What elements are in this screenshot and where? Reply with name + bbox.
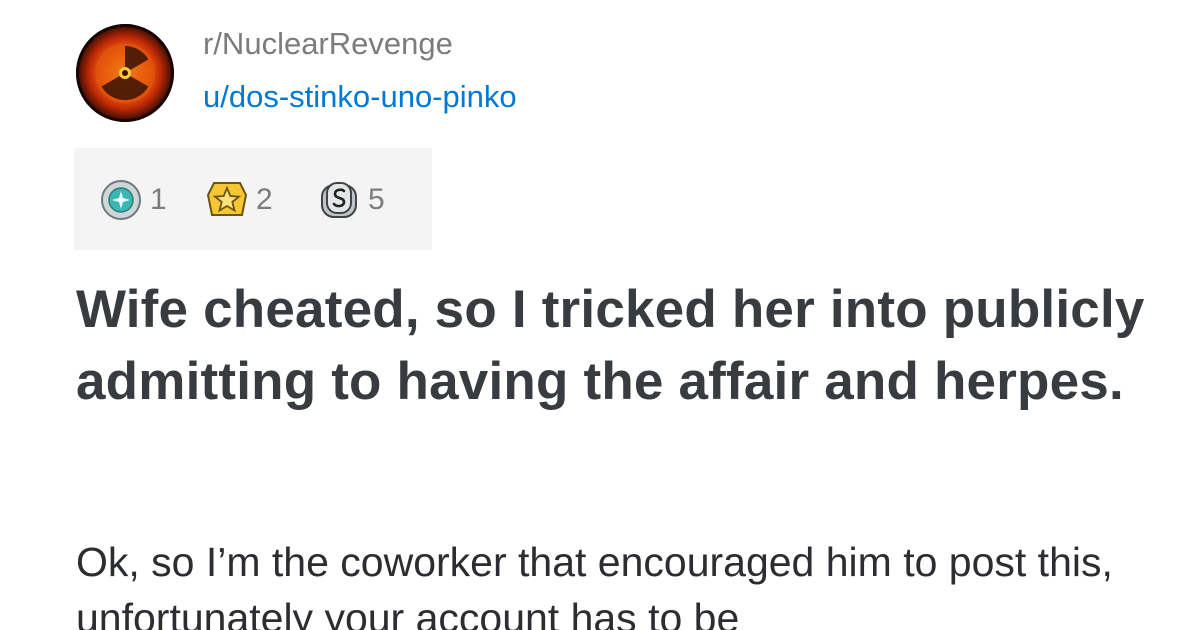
silver-award-icon xyxy=(321,182,357,218)
subreddit-name[interactable]: r/NuclearRevenge xyxy=(203,24,453,64)
platinum-award-count: 1 xyxy=(150,183,167,216)
reddit-post-screenshot: r/NuclearRevenge u/dos-stinko-uno-pinko … xyxy=(0,0,1200,630)
silver-award-count: 5 xyxy=(368,183,385,216)
author-username-link[interactable]: u/dos-stinko-uno-pinko xyxy=(203,77,517,117)
post-title[interactable]: Wife cheated, so I tricked her into publ… xyxy=(76,274,1176,418)
platinum-award-icon xyxy=(101,180,141,220)
nuclear-fire-avatar-icon xyxy=(76,24,174,122)
subreddit-avatar[interactable] xyxy=(76,24,174,122)
award-platinum[interactable]: 1 xyxy=(100,178,167,222)
gold-award-count: 2 xyxy=(256,183,273,216)
award-gold[interactable]: 2 xyxy=(206,178,273,222)
gold-award-icon xyxy=(206,182,248,216)
award-silver[interactable]: 5 xyxy=(318,178,385,222)
awards-bar: 1 2 5 xyxy=(74,148,432,250)
post-body-text: Ok, so I’m the coworker that encouraged … xyxy=(76,539,1113,630)
